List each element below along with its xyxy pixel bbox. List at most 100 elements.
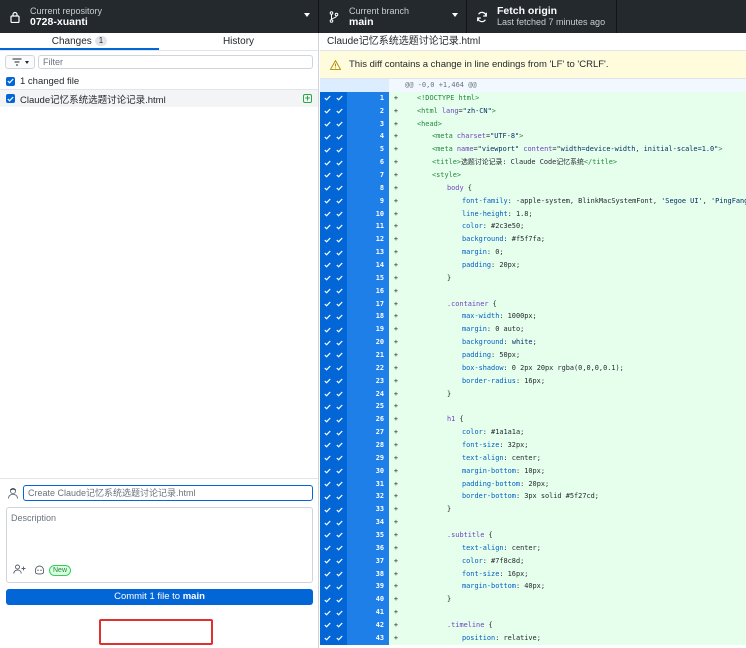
line-include-toggle[interactable] bbox=[320, 156, 347, 169]
changed-file-row[interactable]: Claude记忆系统选题讨论记录.html + bbox=[0, 90, 318, 107]
line-include-toggle[interactable] bbox=[320, 220, 347, 234]
diff-line[interactable]: 24 +} bbox=[320, 387, 746, 401]
diff-line[interactable]: 29 + text-align: center; bbox=[320, 451, 746, 465]
line-include-toggle[interactable] bbox=[320, 490, 347, 504]
diff-line[interactable]: 14 + padding: 20px; bbox=[320, 258, 746, 272]
diff-line[interactable]: 6 + <title>选题讨论记录: Claude Code记忆系统</title> bbox=[320, 156, 746, 169]
diff-line[interactable]: 20 + background: white; bbox=[320, 336, 746, 349]
line-include-toggle[interactable] bbox=[320, 130, 347, 144]
line-include-toggle[interactable] bbox=[320, 580, 347, 594]
diff-line[interactable]: 41 + bbox=[320, 606, 746, 620]
diff-line[interactable]: 19 + margin: 0 auto; bbox=[320, 323, 746, 337]
line-include-toggle[interactable] bbox=[320, 374, 347, 388]
line-include-toggle[interactable] bbox=[320, 451, 347, 465]
diff-line[interactable]: 36 + text-align: center; bbox=[320, 541, 746, 555]
line-include-toggle[interactable] bbox=[320, 413, 347, 427]
diff-line[interactable]: 33 +} bbox=[320, 503, 746, 517]
diff-line[interactable]: 5 + <meta name="viewport" content="width=d… bbox=[320, 143, 746, 157]
line-include-toggle[interactable] bbox=[320, 426, 347, 439]
filter-input[interactable] bbox=[38, 55, 313, 69]
diff-line[interactable]: 11 + color: #2c3e50; bbox=[320, 220, 746, 234]
line-include-toggle[interactable] bbox=[320, 284, 347, 298]
line-include-toggle[interactable] bbox=[320, 258, 347, 272]
line-include-toggle[interactable] bbox=[320, 516, 347, 530]
diff-line[interactable]: 23 + border-radius: 16px; bbox=[320, 374, 746, 388]
diff-line[interactable]: 38 + font-size: 16px; bbox=[320, 567, 746, 581]
diff-line[interactable]: 34 + bbox=[320, 516, 746, 530]
diff-line[interactable]: 31 + padding-bottom: 20px; bbox=[320, 477, 746, 491]
line-include-toggle[interactable] bbox=[320, 91, 347, 105]
diff-line[interactable]: 25 + bbox=[320, 400, 746, 414]
diff-line[interactable]: 10 + line-height: 1.8; bbox=[320, 207, 746, 221]
diff-line[interactable]: 28 + font-size: 32px; bbox=[320, 439, 746, 452]
tab-history[interactable]: History bbox=[159, 33, 318, 50]
diff-line[interactable]: 32 + border-bottom: 3px solid #5f27cd; bbox=[320, 490, 746, 504]
diff-line[interactable]: 35 + .subtitle { bbox=[320, 529, 746, 542]
tab-changes[interactable]: Changes 1 bbox=[0, 33, 159, 50]
line-include-toggle[interactable] bbox=[320, 194, 347, 208]
line-include-toggle[interactable] bbox=[320, 503, 347, 517]
filter-options-button[interactable] bbox=[5, 55, 35, 69]
current-repository-dropdown[interactable]: Current repository 0728-xuanti bbox=[0, 0, 319, 33]
copilot-button[interactable]: New bbox=[34, 564, 72, 576]
line-include-toggle[interactable] bbox=[320, 117, 347, 131]
select-all-checkbox[interactable] bbox=[6, 76, 15, 86]
current-branch-dropdown[interactable]: Current branch main bbox=[319, 0, 467, 33]
diff-line[interactable]: 39 + margin-bottom: 40px; bbox=[320, 580, 746, 594]
diff-line[interactable]: 7 + <style> bbox=[320, 168, 746, 182]
line-include-toggle[interactable] bbox=[320, 143, 347, 157]
line-include-toggle[interactable] bbox=[320, 554, 347, 568]
commit-summary-input[interactable] bbox=[23, 485, 313, 501]
diff-line[interactable]: 21 + padding: 50px; bbox=[320, 348, 746, 362]
fetch-origin-button[interactable]: Fetch origin Last fetched 7 minutes ago bbox=[467, 0, 617, 33]
line-include-toggle[interactable] bbox=[320, 348, 347, 362]
line-include-toggle[interactable] bbox=[320, 104, 347, 118]
commit-description-field[interactable]: Description New bbox=[6, 507, 313, 583]
line-include-toggle[interactable] bbox=[320, 310, 347, 324]
line-include-toggle[interactable] bbox=[320, 207, 347, 221]
line-include-toggle[interactable] bbox=[320, 168, 347, 182]
line-include-toggle[interactable] bbox=[320, 246, 347, 259]
line-include-toggle[interactable] bbox=[320, 233, 347, 247]
diff-line[interactable]: 42 + .timeline { bbox=[320, 619, 746, 632]
diff-line[interactable]: 22 + box-shadow: 0 2px 20px rgba(0,0,0,0.1… bbox=[320, 361, 746, 375]
diff-line[interactable]: 18 + max-width: 1000px; bbox=[320, 310, 746, 324]
line-include-toggle[interactable] bbox=[320, 529, 347, 542]
diff-line[interactable]: 30 + margin-bottom: 10px; bbox=[320, 464, 746, 478]
line-include-toggle[interactable] bbox=[320, 593, 347, 607]
line-include-toggle[interactable] bbox=[320, 387, 347, 401]
file-include-checkbox[interactable] bbox=[6, 94, 15, 103]
line-include-toggle[interactable] bbox=[320, 439, 347, 452]
diff-line[interactable]: 17 + .container { bbox=[320, 297, 746, 311]
line-include-toggle[interactable] bbox=[320, 541, 347, 555]
diff-line[interactable]: 1 + <!DOCTYPE html> bbox=[320, 91, 746, 105]
diff-line[interactable]: 8 + body { bbox=[320, 181, 746, 195]
line-include-toggle[interactable] bbox=[320, 567, 347, 581]
diff-line[interactable]: 27 + color: #1a1a1a; bbox=[320, 426, 746, 439]
line-include-toggle[interactable] bbox=[320, 400, 347, 414]
diff-line[interactable]: 9 + font-family: -apple-system, BlinkMacSy… bbox=[320, 194, 746, 208]
diff-line[interactable]: 12 + background: #f5f7fa; bbox=[320, 233, 746, 247]
diff-line[interactable]: 15 +} bbox=[320, 271, 746, 285]
commit-button[interactable]: Commit 1 file to main bbox=[6, 589, 313, 605]
diff-line[interactable]: 43 + position: relative; bbox=[320, 631, 746, 645]
line-include-toggle[interactable] bbox=[320, 606, 347, 620]
line-include-toggle[interactable] bbox=[320, 297, 347, 311]
diff-line[interactable]: 3 + <head> bbox=[320, 117, 746, 131]
diff-line[interactable]: 4 + <meta charset="UTF-8"> bbox=[320, 130, 746, 144]
line-include-toggle[interactable] bbox=[320, 464, 347, 478]
line-include-toggle[interactable] bbox=[320, 619, 347, 632]
diff-line[interactable]: 26 + h1 { bbox=[320, 413, 746, 427]
line-include-toggle[interactable] bbox=[320, 323, 347, 337]
diff-line[interactable]: 40 +} bbox=[320, 593, 746, 607]
diff-line[interactable]: 16 + bbox=[320, 284, 746, 298]
diff-line[interactable]: 13 + margin: 0; bbox=[320, 246, 746, 259]
line-include-toggle[interactable] bbox=[320, 361, 347, 375]
line-include-toggle[interactable] bbox=[320, 336, 347, 349]
line-include-toggle[interactable] bbox=[320, 181, 347, 195]
diff-line[interactable]: 2 + <html lang="zh-CN"> bbox=[320, 104, 746, 118]
diff-line[interactable]: 37 + color: #7f8c8d; bbox=[320, 554, 746, 568]
line-include-toggle[interactable] bbox=[320, 271, 347, 285]
line-include-toggle[interactable] bbox=[320, 477, 347, 491]
line-include-toggle[interactable] bbox=[320, 631, 347, 645]
